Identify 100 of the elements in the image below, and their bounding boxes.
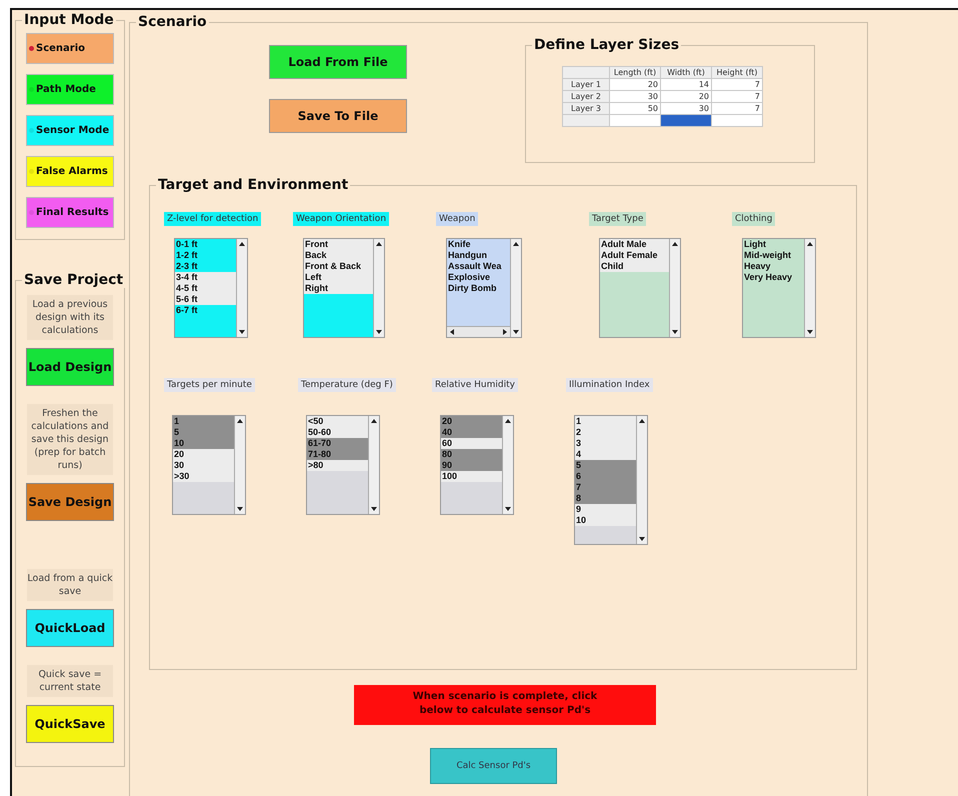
list-box[interactable]: 20 40 60 80 90 100: [440, 415, 514, 515]
mode-button[interactable]: Scenario: [26, 33, 114, 64]
table-cell[interactable]: [712, 114, 762, 126]
list-label: Target Type: [589, 212, 646, 226]
panel-title: Input Mode: [22, 12, 116, 28]
list-item[interactable]: 60: [441, 438, 502, 449]
table-cell[interactable]: [660, 114, 712, 126]
table-cell[interactable]: 14: [660, 78, 712, 90]
row-header: Layer 2: [562, 90, 610, 102]
vertical-scrollbar[interactable]: [502, 416, 513, 514]
calc-button[interactable]: Calc Sensor Pd's: [430, 748, 557, 784]
help-text: Load from a quick save: [27, 569, 113, 601]
list-label: Clothing: [732, 212, 776, 226]
horizontal-scrollbar[interactable]: [447, 326, 510, 337]
project-button[interactable]: Load Design: [26, 348, 114, 386]
list-item[interactable]: 61-70: [307, 438, 368, 449]
list-label: Targets per minute: [164, 378, 255, 392]
list-item[interactable]: Left: [304, 272, 373, 283]
table-cell[interactable]: 30: [610, 90, 660, 102]
mode-button[interactable]: Final Results: [26, 197, 114, 228]
list-label: Z-level for detection: [164, 212, 262, 226]
column-header: Width (ft): [660, 66, 712, 78]
table-cell[interactable]: 7: [712, 102, 762, 114]
list-item[interactable]: 50-60: [307, 427, 368, 438]
list-item[interactable]: 4: [575, 449, 636, 460]
list-item[interactable]: Adult Female: [600, 250, 669, 261]
list-box[interactable]: <50 50-60 61-70 71-80 >80: [306, 415, 380, 515]
vertical-scrollbar[interactable]: [234, 416, 245, 514]
list-item[interactable]: 20: [173, 449, 234, 460]
vertical-scrollbar[interactable]: [669, 239, 680, 337]
list-item[interactable]: 100: [441, 471, 502, 482]
vertical-scrollbar[interactable]: [636, 416, 647, 544]
row-header: Layer 1: [562, 78, 610, 90]
list-box[interactable]: 1 2 3 4 5 6 7 8 9 10: [574, 415, 648, 545]
list-item[interactable]: Back: [304, 250, 373, 261]
mode-button[interactable]: Sensor Mode: [26, 115, 114, 146]
file-button[interactable]: Load From File: [269, 45, 407, 79]
list-item[interactable]: 30: [173, 460, 234, 471]
list-item[interactable]: 10: [173, 438, 234, 449]
list-item[interactable]: 5: [575, 460, 636, 471]
project-button[interactable]: Save Design: [26, 483, 114, 521]
list-box[interactable]: Adult Male Adult Female Child: [599, 238, 681, 338]
list-item[interactable]: 1: [173, 416, 234, 427]
list-item[interactable]: Child: [600, 261, 669, 272]
list-item[interactable]: Right: [304, 283, 373, 294]
vertical-scrollbar[interactable]: [236, 239, 247, 337]
list-item[interactable]: 1: [575, 416, 636, 427]
list-label: Temperature (deg F): [298, 378, 396, 392]
list-item[interactable]: <50: [307, 416, 368, 427]
table-cell[interactable]: [610, 114, 660, 126]
table-cell[interactable]: 7: [712, 90, 762, 102]
list-item[interactable]: 6: [575, 471, 636, 482]
vertical-scrollbar[interactable]: [368, 416, 379, 514]
table-cell[interactable]: 20: [660, 90, 712, 102]
table-cell[interactable]: 20: [610, 78, 660, 90]
list-box[interactable]: Front Back Front & Back Left Right: [303, 238, 385, 338]
list-item[interactable]: 80: [441, 449, 502, 460]
list-item[interactable]: 8: [575, 493, 636, 504]
vertical-scrollbar[interactable]: [373, 239, 384, 337]
file-button[interactable]: Save To File: [269, 99, 407, 133]
vertical-scrollbar[interactable]: [510, 239, 521, 337]
mode-button[interactable]: Path Mode: [26, 74, 114, 105]
list-item[interactable]: 5: [173, 427, 234, 438]
list-item[interactable]: >30: [173, 471, 234, 482]
list-box[interactable]: Light Mid-weight Heavy Very Heavy: [742, 238, 816, 338]
panel-title: Define Layer Sizes: [532, 37, 682, 53]
list-item[interactable]: Front: [304, 239, 373, 250]
list-item[interactable]: Adult Male: [600, 239, 669, 250]
list-item[interactable]: 71-80: [307, 449, 368, 460]
list-label: Weapon Orientation: [293, 212, 390, 226]
list-label: Illumination Index: [566, 378, 653, 392]
list-item[interactable]: 9: [575, 504, 636, 515]
list-box[interactable]: Knife Handgun Assault Wea Explosive Dirty Bomb: [446, 238, 522, 338]
row-header: Layer 3: [562, 102, 610, 114]
list-item[interactable]: 3: [575, 438, 636, 449]
list-label: Relative Humidity: [432, 378, 518, 392]
list-item[interactable]: 20: [441, 416, 502, 427]
project-button[interactable]: QuickLoad: [26, 609, 114, 647]
project-button[interactable]: QuickSave: [26, 705, 114, 743]
list-box[interactable]: 0-1 ft 1-2 ft 2-3 ft 3-4 ft 4-5 ft 5-6 ft 6-7 ft: [174, 238, 248, 338]
help-text: Quick save = current state: [27, 665, 113, 697]
list-item[interactable]: >80: [307, 460, 368, 471]
list-item[interactable]: 7: [575, 482, 636, 493]
column-header: Length (ft): [610, 66, 660, 78]
list-item[interactable]: 4-5 ft: [175, 283, 236, 294]
table-cell[interactable]: 30: [660, 102, 712, 114]
list-item[interactable]: 3-4 ft: [175, 272, 236, 283]
panel-title: Save Project: [22, 272, 126, 288]
list-box[interactable]: 1 5 10 20 30 >30: [172, 415, 246, 515]
list-item[interactable]: 90: [441, 460, 502, 471]
list-item[interactable]: 5-6 ft: [175, 294, 236, 305]
table-cell[interactable]: 50: [610, 102, 660, 114]
list-item[interactable]: 2: [575, 427, 636, 438]
list-item[interactable]: Front & Back: [304, 261, 373, 272]
table-cell[interactable]: 7: [712, 78, 762, 90]
list-item[interactable]: 10: [575, 515, 636, 526]
mode-button[interactable]: False Alarms: [26, 156, 114, 187]
list-item[interactable]: 40: [441, 427, 502, 438]
vertical-scrollbar[interactable]: [804, 239, 815, 337]
list-label: Weapon: [436, 212, 478, 226]
